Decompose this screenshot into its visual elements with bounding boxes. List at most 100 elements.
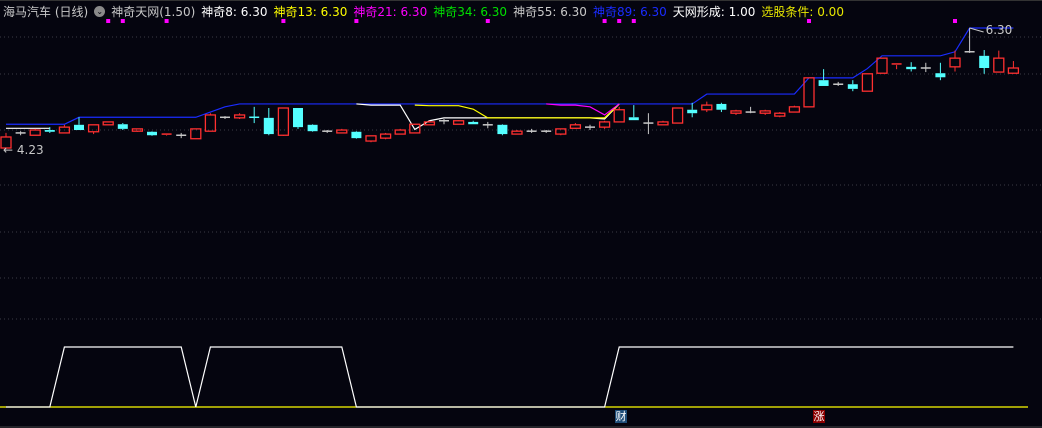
ma-line-ma13 — [414, 103, 620, 119]
candle — [277, 107, 290, 136]
signal-marker — [953, 19, 957, 23]
candle-body — [598, 121, 611, 128]
candle — [979, 50, 990, 74]
candle-body — [452, 120, 465, 125]
candle-body — [44, 130, 55, 132]
candle-body — [687, 109, 698, 114]
candle — [759, 109, 771, 115]
candle — [949, 50, 961, 72]
candle-body — [657, 121, 669, 126]
candle — [439, 119, 449, 125]
candle-body — [497, 124, 508, 135]
signal-marker — [281, 19, 286, 23]
candle-body — [701, 104, 713, 111]
candle-body — [1007, 67, 1020, 74]
candle — [745, 106, 756, 114]
ma-line-ma21 — [546, 103, 620, 116]
candle — [351, 131, 362, 139]
cai-badge[interactable]: 财 — [615, 410, 627, 423]
candle-body — [671, 107, 684, 124]
candle-body — [277, 107, 290, 136]
candle — [598, 120, 611, 129]
candle — [87, 124, 100, 135]
candle-body — [468, 121, 479, 125]
candle — [1007, 61, 1020, 74]
candle-body — [351, 131, 362, 139]
candle — [220, 116, 230, 120]
candle-body — [906, 66, 917, 70]
candle-body — [613, 109, 625, 123]
candle — [541, 130, 552, 133]
candle — [29, 128, 41, 136]
candle — [730, 109, 742, 115]
candle — [920, 62, 931, 73]
candle-body — [861, 73, 874, 92]
candle — [147, 131, 157, 136]
candle — [891, 63, 902, 70]
candle — [964, 28, 975, 53]
candle-body — [876, 57, 888, 74]
signal-line — [6, 346, 1014, 408]
high-label: 6.30 — [986, 23, 1013, 37]
candle-body — [628, 117, 639, 121]
candle — [774, 112, 786, 118]
candle — [322, 130, 333, 133]
candle-body — [233, 114, 246, 119]
candle — [176, 132, 187, 139]
candle-body — [716, 103, 727, 110]
candle — [569, 123, 582, 129]
candle — [263, 108, 274, 136]
candle — [102, 121, 114, 126]
zhang-badge[interactable]: 涨 — [813, 410, 825, 423]
low-label: ← 4.23 — [3, 143, 44, 157]
signal-marker — [120, 19, 125, 23]
candle — [935, 62, 946, 81]
candle — [379, 132, 392, 140]
candle — [482, 121, 493, 129]
candle — [657, 120, 669, 126]
candle — [716, 102, 727, 113]
signal-marker — [106, 19, 111, 23]
candle-body — [730, 110, 742, 114]
signal-marker — [485, 19, 490, 23]
candle — [585, 124, 595, 131]
signal-marker — [617, 19, 622, 23]
signal-marker — [602, 19, 607, 23]
candle-body — [29, 129, 41, 136]
candle-body — [87, 124, 100, 133]
candle-body — [365, 135, 377, 142]
candle — [511, 130, 523, 135]
candle-body — [263, 117, 274, 135]
candle — [468, 120, 479, 125]
candle — [613, 106, 625, 123]
candle — [15, 131, 26, 136]
price-chart[interactable]: 6.30 ← 4.23 — [0, 0, 1042, 428]
candle — [861, 73, 874, 92]
candle — [293, 108, 303, 129]
candle-body — [511, 130, 523, 135]
candle — [643, 113, 654, 135]
candle — [628, 105, 639, 121]
candle — [336, 128, 348, 134]
candle — [452, 120, 465, 125]
candle — [847, 80, 858, 92]
candle — [788, 105, 801, 113]
candle — [833, 81, 844, 86]
candle-body — [847, 84, 858, 89]
candle — [365, 135, 377, 143]
candle — [249, 106, 260, 124]
candle — [671, 107, 684, 124]
candle — [701, 101, 713, 113]
candle — [307, 124, 318, 132]
signal-marker — [807, 19, 811, 23]
candle — [117, 123, 128, 131]
candle-body — [293, 108, 303, 128]
candle — [58, 124, 71, 134]
candle-body — [774, 112, 786, 117]
candle-body — [336, 129, 348, 134]
candle — [526, 128, 537, 133]
candle-body — [993, 57, 1005, 73]
candle — [876, 57, 888, 74]
candle — [394, 128, 406, 135]
signal-marker — [354, 19, 359, 23]
